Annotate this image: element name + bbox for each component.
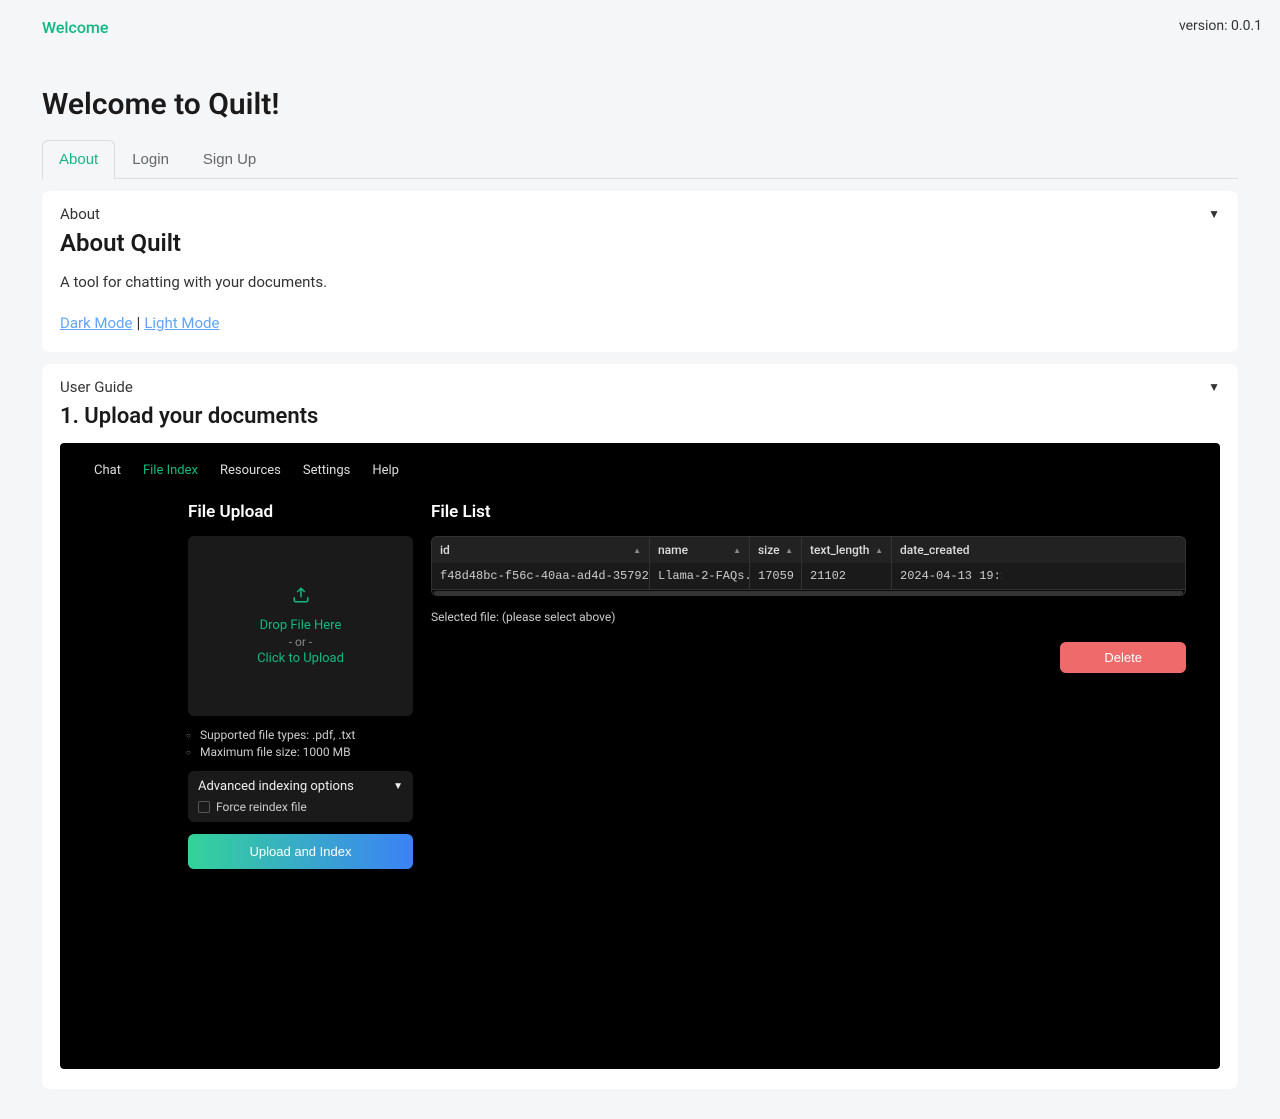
cell-text-length: 21102 [802, 563, 892, 589]
drop-line-1: Drop File Here [260, 618, 342, 633]
about-desc: A tool for chatting with your documents. [60, 273, 1220, 291]
selected-file-label: Selected file: (please select above) [431, 610, 1186, 624]
upload-title: File Upload [188, 502, 413, 522]
advanced-options-label: Advanced indexing options [198, 779, 354, 794]
col-id[interactable]: id▲ [432, 537, 650, 563]
col-size[interactable]: size▲ [750, 537, 802, 563]
guide-panel-header: User Guide [60, 378, 133, 396]
table-scrollbar[interactable] [432, 589, 1185, 595]
embed-nav: Chat File Index Resources Settings Help [94, 463, 1186, 502]
sort-icon: ▲ [875, 546, 883, 555]
sort-icon: ▲ [733, 546, 741, 555]
col-name[interactable]: name▲ [650, 537, 750, 563]
cell-id: f48d48bc-f56c-40aa-ad4d-35792eec2f5b [432, 563, 650, 589]
sort-icon: ▲ [633, 546, 641, 555]
list-title: File List [431, 502, 1186, 522]
advanced-options[interactable]: Advanced indexing options ▼ Force reinde… [188, 771, 413, 822]
col-text-length[interactable]: text_length▲ [802, 537, 892, 563]
file-table: id▲ name▲ size▲ text_length▲ date_create… [431, 536, 1186, 596]
guide-screenshot: Chat File Index Resources Settings Help … [60, 443, 1220, 1069]
hint-filesize: Maximum file size: 1000 MB [188, 745, 413, 759]
version-label: version: 0.0.1 [1179, 18, 1262, 34]
table-row[interactable]: f48d48bc-f56c-40aa-ad4d-35792eec2f5b Lla… [432, 563, 1185, 589]
mode-separator: | [132, 313, 144, 332]
cell-date: 2024-04-13 19:18 [892, 563, 1002, 589]
about-panel: About ▼ About Quilt A tool for chatting … [42, 191, 1238, 352]
embed-tab-settings[interactable]: Settings [303, 463, 350, 478]
embed-tab-help[interactable]: Help [372, 463, 399, 478]
cell-size: 17059 [750, 563, 802, 589]
guide-panel: User Guide ▼ 1. Upload your documents Ch… [42, 364, 1238, 1089]
col-date-created[interactable]: date_created [892, 537, 1002, 563]
upload-icon [292, 586, 310, 608]
cell-name: Llama-2-FAQs.txt [650, 563, 750, 589]
embed-tab-file-index[interactable]: File Index [143, 463, 198, 478]
page-title: Welcome to Quilt! [42, 87, 1238, 122]
upload-index-button[interactable]: Upload and Index [188, 834, 413, 869]
step-1-title: 1. Upload your documents [60, 404, 1220, 429]
chevron-down-icon: ▼ [393, 781, 403, 792]
embed-tab-resources[interactable]: Resources [220, 463, 281, 478]
drop-or: - or - [289, 635, 313, 649]
about-title: About Quilt [60, 229, 1220, 257]
nav-welcome-link[interactable]: Welcome [42, 18, 108, 37]
light-mode-link[interactable]: Light Mode [144, 314, 219, 332]
embed-tab-chat[interactable]: Chat [94, 463, 121, 478]
tab-login[interactable]: Login [115, 140, 186, 178]
collapse-icon[interactable]: ▼ [1208, 207, 1220, 221]
dark-mode-link[interactable]: Dark Mode [60, 314, 132, 332]
tab-about[interactable]: About [42, 140, 115, 178]
file-dropzone[interactable]: Drop File Here - or - Click to Upload [188, 536, 413, 716]
sort-icon: ▲ [785, 546, 793, 555]
drop-line-2: Click to Upload [257, 651, 344, 666]
tab-signup[interactable]: Sign Up [186, 140, 273, 178]
delete-button[interactable]: Delete [1060, 642, 1186, 673]
hint-filetypes: Supported file types: .pdf, .txt [188, 728, 413, 742]
about-panel-header: About [60, 205, 100, 223]
tab-bar: About Login Sign Up [42, 140, 1238, 179]
force-reindex-label: Force reindex file [216, 800, 307, 814]
force-reindex-checkbox[interactable] [198, 801, 210, 813]
collapse-icon[interactable]: ▼ [1208, 380, 1220, 394]
